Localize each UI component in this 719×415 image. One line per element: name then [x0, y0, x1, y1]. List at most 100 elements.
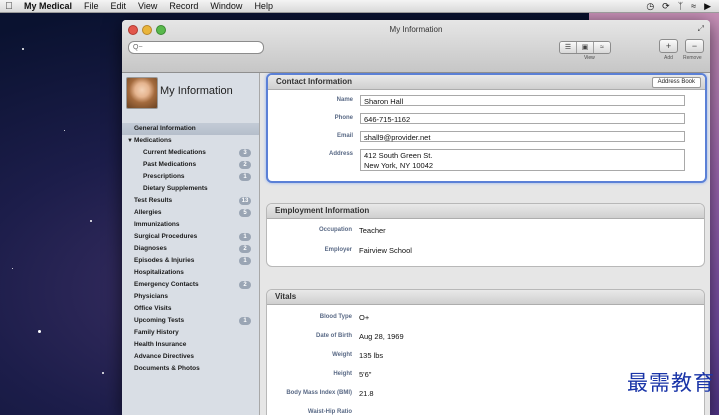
height-label: Height — [333, 371, 352, 377]
phone-field[interactable]: 646-715-1162 — [360, 113, 685, 124]
avatar[interactable] — [126, 77, 158, 109]
occupation-value[interactable]: Teacher — [359, 226, 386, 235]
sidebar-item-allergies[interactable]: Allergies 5 — [122, 207, 259, 219]
sidebar-item-past-medications[interactable]: Past Medications 2 — [122, 159, 259, 171]
name-field[interactable]: Sharon Hall — [360, 95, 685, 106]
sidebar-item-surgical-procedures[interactable]: Surgical Procedures 1 — [122, 231, 259, 243]
menu-edit[interactable]: Edit — [105, 0, 133, 12]
menu-app-name[interactable]: My Medical — [18, 0, 78, 12]
window-title: My Information — [389, 25, 443, 34]
menu-record[interactable]: Record — [163, 0, 204, 12]
window-titlebar: My Information ⤢ Q− ☰ ▣ ≈ View + Add − R… — [122, 20, 710, 73]
address-field[interactable]: 412 South Green St. New York, NY 10042 — [360, 149, 685, 171]
disclosure-triangle-icon[interactable]: ▼ — [127, 135, 133, 147]
sidebar-item-prescriptions[interactable]: Prescriptions 1 — [122, 171, 259, 183]
count-badge: 2 — [239, 161, 251, 169]
email-label: Email — [336, 133, 353, 139]
volume-icon[interactable]: ▶ — [704, 1, 711, 12]
sidebar-item-dietary-supplements[interactable]: Dietary Supplements — [122, 183, 259, 195]
star — [38, 330, 41, 333]
add-button[interactable]: + — [659, 39, 678, 53]
sidebar-item-office-visits[interactable]: Office Visits — [122, 303, 259, 315]
sidebar-item-documents-photos[interactable]: Documents & Photos — [122, 363, 259, 375]
count-badge: 13 — [239, 197, 251, 205]
address-line-2: New York, NY 10042 — [364, 161, 434, 170]
sidebar-item-physicians[interactable]: Physicians — [122, 291, 259, 303]
remove-button[interactable]: − — [685, 39, 704, 53]
card-header: Vitals — [267, 290, 704, 305]
chart-view-icon[interactable]: ≈ — [594, 42, 610, 53]
phone-label: Phone — [334, 115, 353, 121]
sidebar-list: General Information ▼ Medications Current… — [122, 123, 259, 375]
sidebar-item-immunizations[interactable]: Immunizations — [122, 219, 259, 231]
menu-window[interactable]: Window — [204, 0, 248, 12]
list-view-icon[interactable]: ☰ — [560, 42, 577, 53]
star — [12, 268, 13, 269]
watermark-text: 最需教育 — [627, 371, 715, 395]
employer-label: Employer — [324, 247, 352, 253]
sidebar-item-upcoming-tests[interactable]: Upcoming Tests 1 — [122, 315, 259, 327]
star — [64, 130, 65, 131]
main-content: Contact Information Address Book Name Sh… — [260, 73, 710, 415]
contact-information-card: Contact Information Address Book Name Sh… — [266, 73, 707, 183]
count-badge: 3 — [239, 149, 251, 157]
sync-icon[interactable]: ⟳ — [662, 1, 670, 12]
sidebar-item-medications[interactable]: ▼ Medications — [122, 135, 259, 147]
search-input[interactable]: Q− — [128, 41, 264, 54]
sidebar-item-emergency-contacts[interactable]: Emergency Contacts 2 — [122, 279, 259, 291]
address-label: Address — [328, 151, 353, 157]
sidebar-title: My Information — [160, 85, 233, 97]
sidebar-item-health-insurance[interactable]: Health Insurance — [122, 339, 259, 351]
star — [102, 372, 104, 374]
sidebar-item-episodes-injuries[interactable]: Episodes & Injuries 1 — [122, 255, 259, 267]
count-badge: 5 — [239, 209, 251, 217]
sidebar-item-test-results[interactable]: Test Results 13 — [122, 195, 259, 207]
waist-hip-ratio-label: Waist-Hip Ratio — [307, 409, 352, 415]
star — [22, 48, 24, 50]
email-field[interactable]: shall9@provider.net — [360, 131, 685, 142]
sidebar-item-family-history[interactable]: Family History — [122, 327, 259, 339]
minus-icon: − — [691, 41, 698, 51]
view-segmented-control: ☰ ▣ ≈ — [559, 41, 611, 54]
blood-type-value[interactable]: O+ — [359, 313, 369, 322]
count-badge: 1 — [239, 233, 251, 241]
sidebar: My Information General Information ▼ Medi… — [122, 73, 260, 415]
card-header: Employment Information — [267, 204, 704, 219]
bmi-label: Body Mass Index (BMI) — [286, 390, 352, 396]
occupation-label: Occupation — [318, 227, 352, 233]
blood-type-label: Blood Type — [319, 314, 352, 320]
star — [90, 220, 92, 222]
name-label: Name — [336, 97, 353, 103]
fullscreen-icon[interactable]: ⤢ — [698, 24, 704, 34]
menu-help[interactable]: Help — [248, 0, 279, 12]
height-value[interactable]: 5'6" — [359, 370, 371, 379]
time-machine-icon[interactable]: ◷ — [646, 1, 654, 12]
weight-label: Weight — [332, 352, 352, 358]
bluetooth-icon[interactable]: ᛉ — [678, 1, 683, 12]
menu-view[interactable]: View — [132, 0, 163, 12]
address-book-button[interactable]: Address Book — [651, 77, 701, 88]
sidebar-item-current-medications[interactable]: Current Medications 3 — [122, 147, 259, 159]
plus-icon: + — [665, 41, 672, 51]
count-badge: 1 — [239, 173, 251, 181]
bmi-value[interactable]: 21.8 — [359, 389, 374, 398]
count-badge: 1 — [239, 257, 251, 265]
sidebar-item-hospitalizations[interactable]: Hospitalizations — [122, 267, 259, 279]
app-window: My Information ⤢ Q− ☰ ▣ ≈ View + Add − R… — [122, 20, 710, 415]
wifi-icon[interactable]: ≈ — [691, 1, 696, 12]
employer-value[interactable]: Fairview School — [359, 246, 412, 255]
apple-icon[interactable]:  — [0, 1, 18, 12]
sidebar-item-advance-directives[interactable]: Advance Directives — [122, 351, 259, 363]
add-label: Add — [664, 55, 673, 61]
count-badge: 1 — [239, 317, 251, 325]
form-view-icon[interactable]: ▣ — [577, 42, 594, 53]
card-header: Contact Information Address Book — [268, 75, 705, 90]
remove-label: Remove — [683, 55, 702, 61]
sidebar-item-general-information[interactable]: General Information — [122, 123, 259, 135]
menu-file[interactable]: File — [78, 0, 105, 12]
employment-information-card: Employment Information Occupation Teache… — [266, 203, 705, 267]
sidebar-item-diagnoses[interactable]: Diagnoses 2 — [122, 243, 259, 255]
menubar:  My Medical File Edit View Record Windo… — [0, 0, 719, 13]
date-of-birth-value[interactable]: Aug 28, 1969 — [359, 332, 404, 341]
weight-value[interactable]: 135 lbs — [359, 351, 383, 360]
